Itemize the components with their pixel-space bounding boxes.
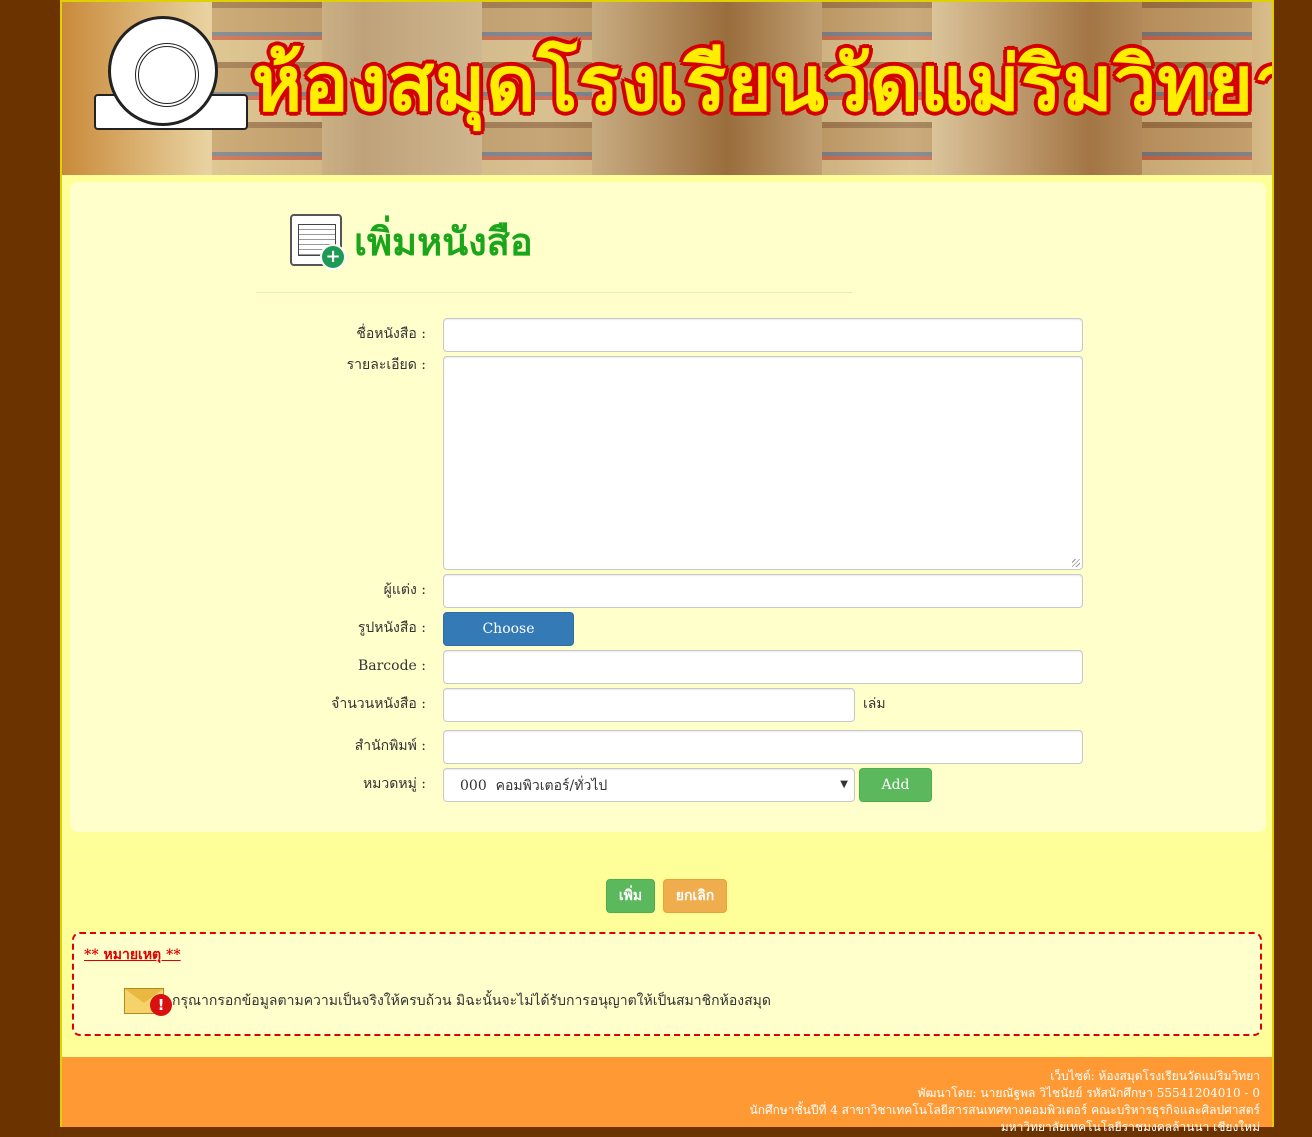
- quantity-input[interactable]: [443, 688, 855, 722]
- details-textarea[interactable]: [443, 356, 1083, 570]
- note-text: กรุณากรอกข้อมูลตามความเป็นจริงให้ครบถ้วน…: [172, 993, 771, 1009]
- warning-icon: !: [150, 994, 172, 1016]
- school-logo: [108, 16, 218, 126]
- author-input[interactable]: [443, 574, 1083, 608]
- add-category-button[interactable]: Add: [859, 768, 932, 802]
- page-container: ห้องสมุดโรงเรียนวัดแม่ริมวิทยา + เพิ่มหน…: [60, 0, 1274, 1134]
- publisher-label: สำนักพิมพ์ :: [354, 738, 426, 754]
- footer-university: มหาวิทยาลัยเทคโนโลยีราชมงคลล้านนา เชียงใ…: [1000, 1120, 1260, 1134]
- choose-picture-button[interactable]: Choose Picture.....: [443, 612, 574, 669]
- page-title: เพิ่มหนังสือ: [354, 220, 533, 264]
- footer: เว็บไซต์: ห้องสมุดโรงเรียนวัดแม่ริมวิทยา…: [62, 1057, 1272, 1134]
- book-name-input[interactable]: [443, 318, 1083, 352]
- section-divider: [62, 855, 1272, 856]
- add-book-form-panel: + เพิ่มหนังสือ ชื่อหนังสือ : รายละเอียด …: [70, 182, 1266, 832]
- cancel-button[interactable]: ยกเลิก: [663, 879, 727, 913]
- barcode-input[interactable]: [443, 650, 1083, 684]
- category-selected-value: 000 คอมพิวเตอร์/ทั่วไป: [460, 778, 608, 794]
- header-banner: ห้องสมุดโรงเรียนวัดแม่ริมวิทยา: [62, 0, 1272, 175]
- quantity-label: จำนวนหนังสือ :: [331, 696, 426, 712]
- author-label: ผู้แต่ง :: [383, 582, 426, 598]
- publisher-input[interactable]: [443, 730, 1083, 764]
- note-box: ** หมายเหตุ ** ! กรุณากรอกข้อมูลตามความเ…: [72, 932, 1262, 1036]
- plus-icon: +: [320, 244, 346, 270]
- barcode-label: Barcode :: [357, 658, 426, 674]
- note-title: ** หมายเหตุ **: [84, 947, 181, 963]
- heading-divider: [256, 292, 852, 293]
- caret-down-icon: ▼: [840, 779, 848, 790]
- details-label: รายละเอียด :: [346, 357, 426, 373]
- submit-button[interactable]: เพิ่ม: [606, 879, 655, 913]
- resize-grip-icon[interactable]: [1072, 559, 1080, 567]
- quantity-unit: เล่ม: [863, 696, 886, 712]
- cover-label: รูปหนังสือ :: [357, 620, 426, 636]
- add-book-icon: +: [290, 214, 346, 270]
- book-name-label: ชื่อหนังสือ :: [356, 326, 426, 342]
- banner-title: ห้องสมุดโรงเรียนวัดแม่ริมวิทยา: [252, 39, 1272, 128]
- category-select[interactable]: 000 คอมพิวเตอร์/ทั่วไป ▼: [443, 768, 855, 802]
- category-label: หมวดหมู่ :: [362, 776, 426, 792]
